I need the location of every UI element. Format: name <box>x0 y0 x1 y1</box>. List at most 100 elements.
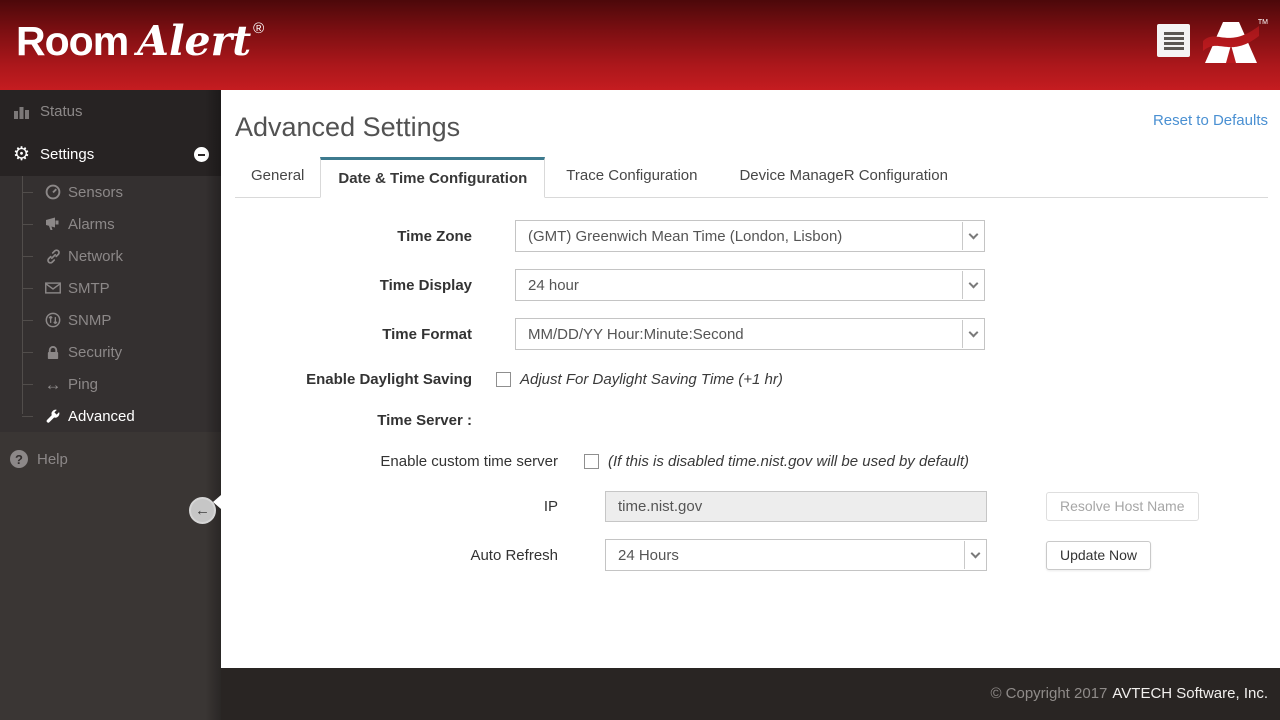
time-display-select[interactable]: 24 hour <box>515 269 985 301</box>
tab-date-time-configuration[interactable]: Date & Time Configuration <box>320 157 545 198</box>
envelope-icon <box>44 282 62 294</box>
gauge-icon <box>44 184 62 200</box>
settings-submenu: Sensors Alarms <box>0 176 221 432</box>
ip-label: IP <box>221 498 558 515</box>
registered-mark: ® <box>253 20 264 37</box>
submenu-label: SNMP <box>68 312 111 329</box>
time-server-label: Time Server : <box>221 412 472 429</box>
resolve-host-name-button[interactable]: Resolve Host Name <box>1046 492 1199 521</box>
sidebar-item-advanced[interactable]: Advanced <box>0 400 221 432</box>
bar-chart-icon <box>13 104 30 119</box>
settings-label: Settings <box>40 146 94 163</box>
trademark-text: TM <box>1258 19 1268 26</box>
tab-trace-configuration[interactable]: Trace Configuration <box>545 155 718 197</box>
ip-row: IP Resolve Host Name <box>221 490 1280 522</box>
submenu-label: Sensors <box>68 184 123 201</box>
tab-device-manager-configuration[interactable]: Device ManageR Configuration <box>718 155 968 197</box>
sidebar-item-smtp[interactable]: SMTP <box>0 272 221 304</box>
time-server-heading-row: Time Server : <box>221 408 1280 432</box>
time-zone-select[interactable]: (GMT) Greenwich Mean Time (London, Lisbo… <box>515 220 985 252</box>
reset-to-defaults-link[interactable]: Reset to Defaults <box>1153 112 1268 129</box>
time-display-value: 24 hour <box>516 277 579 294</box>
sidebar-collapse-button[interactable]: ← <box>189 497 216 524</box>
sidebar: Status ⚙ Settings Sensors <box>0 90 221 720</box>
footer: © Copyright 2017 AVTECH Software, Inc. <box>221 668 1280 720</box>
sidebar-item-settings[interactable]: ⚙ Settings <box>0 133 221 176</box>
lock-icon <box>44 345 62 360</box>
sidebar-item-sensors[interactable]: Sensors <box>0 176 221 208</box>
brand-alert-text: Alert <box>137 17 251 65</box>
date-time-form: Time Zone (GMT) Greenwich Mean Time (Lon… <box>221 198 1280 571</box>
custom-time-server-checkbox[interactable] <box>584 454 599 469</box>
time-format-row: Time Format MM/DD/YY Hour:Minute:Second <box>221 318 1280 350</box>
sidebar-item-alarms[interactable]: Alarms <box>0 208 221 240</box>
update-now-button[interactable]: Update Now <box>1046 541 1151 570</box>
daylight-saving-label: Enable Daylight Saving <box>221 371 472 388</box>
select-arrow-button[interactable] <box>962 320 983 348</box>
menu-icon <box>1164 32 1184 35</box>
brand-room-text: Room <box>16 18 128 64</box>
wrench-icon <box>44 409 62 423</box>
tab-general[interactable]: General <box>235 155 320 197</box>
submenu-label: Ping <box>68 376 98 393</box>
sidebar-item-network[interactable]: Network <box>0 240 221 272</box>
submenu-label: Security <box>68 344 122 361</box>
link-icon <box>44 249 62 264</box>
time-zone-label: Time Zone <box>221 228 472 245</box>
select-arrow-button[interactable] <box>962 222 983 250</box>
select-arrow-button[interactable] <box>962 271 983 299</box>
chevron-down-icon <box>968 230 978 240</box>
chevron-down-icon <box>968 279 978 289</box>
custom-time-server-label: Enable custom time server <box>221 453 558 470</box>
sidebar-item-snmp[interactable]: SNMP <box>0 304 221 336</box>
time-display-row: Time Display 24 hour <box>221 269 1280 301</box>
avtech-a-icon <box>1202 19 1260 65</box>
select-arrow-button[interactable] <box>964 541 985 569</box>
room-alert-brand: RoomAlert® <box>16 17 264 65</box>
double-arrow-icon: ↔ <box>44 376 62 393</box>
avtech-logo: TM <box>1202 19 1268 69</box>
company-name: AVTECH Software, Inc. <box>1112 685 1268 702</box>
auto-refresh-select[interactable]: 24 Hours <box>605 539 987 571</box>
sync-arrows-icon <box>44 312 62 328</box>
gear-icon: ⚙ <box>13 145 30 164</box>
auto-refresh-label: Auto Refresh <box>221 547 558 564</box>
submenu-label: Alarms <box>68 216 115 233</box>
tab-bar: General Date & Time Configuration Trace … <box>235 156 1268 198</box>
menu-list-button[interactable] <box>1157 24 1190 57</box>
sidebar-main-nav: Status ⚙ Settings <box>0 90 221 176</box>
chevron-down-icon <box>970 549 980 559</box>
daylight-saving-row: Enable Daylight Saving Adjust For Daylig… <box>221 367 1280 391</box>
copyright-text: © Copyright 2017 <box>990 685 1107 702</box>
app-header: RoomAlert® TM <box>0 0 1280 90</box>
sidebar-item-security[interactable]: Security <box>0 336 221 368</box>
help-label: Help <box>37 451 68 468</box>
time-display-label: Time Display <box>221 277 472 294</box>
custom-time-server-hint: (If this is disabled time.nist.gov will … <box>608 453 969 470</box>
submenu-label: Network <box>68 248 123 265</box>
time-zone-value: (GMT) Greenwich Mean Time (London, Lisbo… <box>516 228 842 245</box>
megaphone-icon <box>44 217 62 231</box>
daylight-saving-checkbox[interactable] <box>496 372 511 387</box>
time-format-select[interactable]: MM/DD/YY Hour:Minute:Second <box>515 318 985 350</box>
auto-refresh-row: Auto Refresh 24 Hours Update Now <box>221 539 1280 571</box>
sidebar-item-status[interactable]: Status <box>0 90 221 133</box>
page-title: Advanced Settings <box>235 112 1280 143</box>
daylight-saving-hint: Adjust For Daylight Saving Time (+1 hr) <box>520 371 783 388</box>
room-alert-app: RoomAlert® TM <box>0 0 1280 720</box>
custom-time-server-row: Enable custom time server (If this is di… <box>221 449 1280 473</box>
status-label: Status <box>40 103 83 120</box>
left-arrow-icon: ← <box>195 502 210 519</box>
collapse-minus-icon[interactable] <box>194 147 209 162</box>
help-question-icon: ? <box>10 450 28 468</box>
ip-input[interactable] <box>605 491 987 522</box>
chevron-down-icon <box>968 328 978 338</box>
sidebar-item-help[interactable]: ? Help <box>0 442 221 476</box>
time-zone-row: Time Zone (GMT) Greenwich Mean Time (Lon… <box>221 220 1280 252</box>
sidebar-item-ping[interactable]: ↔ Ping <box>0 368 221 400</box>
submenu-label: SMTP <box>68 280 110 297</box>
auto-refresh-value: 24 Hours <box>606 547 679 564</box>
time-format-value: MM/DD/YY Hour:Minute:Second <box>516 326 744 343</box>
time-format-label: Time Format <box>221 326 472 343</box>
main-content: Reset to Defaults Advanced Settings Gene… <box>221 90 1280 668</box>
